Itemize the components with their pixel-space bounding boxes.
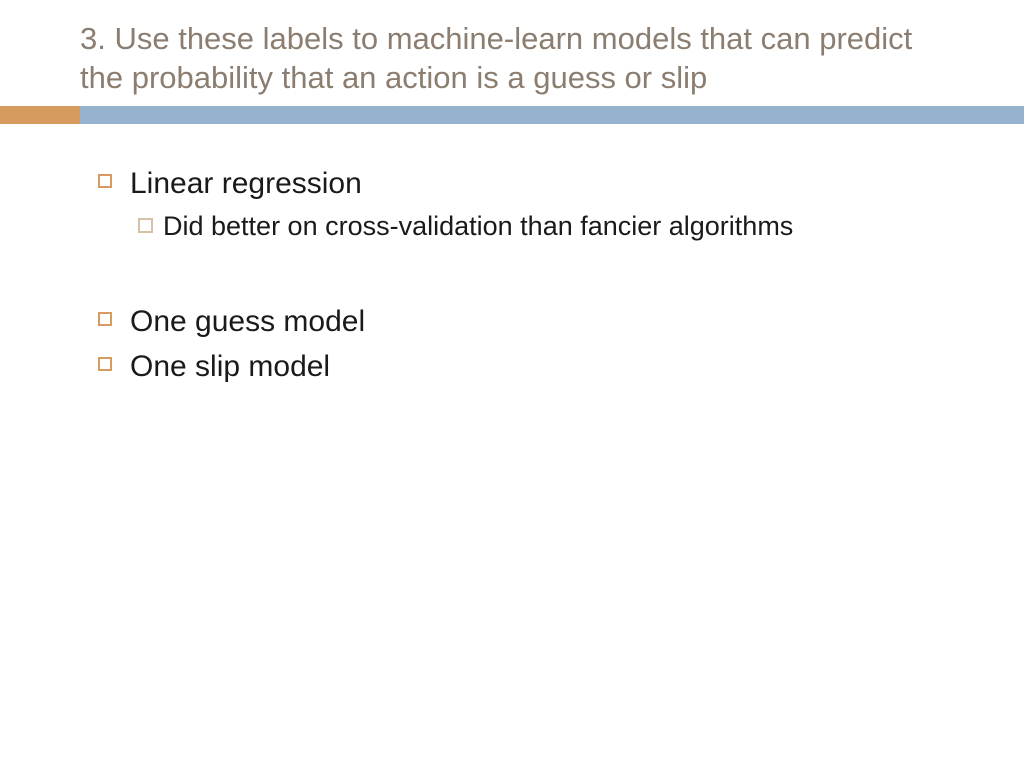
spacer [80,250,944,302]
divider-orange-segment [0,106,80,124]
bullet-text: One slip model [130,347,330,386]
square-bullet-icon [98,357,112,371]
bullet-text: One guess model [130,302,365,341]
square-bullet-icon [98,312,112,326]
bullet-text: Linear regression [130,164,362,203]
bullet-item: Linear regression [98,164,944,203]
bullet-item: One guess model [98,302,944,341]
square-bullet-icon [98,174,112,188]
square-bullet-icon [138,218,153,233]
sub-bullet-text: Did better on cross-validation than fanc… [163,209,793,244]
bullet-item: One slip model [98,347,944,386]
slide-content: Linear regression Did better on cross-va… [0,124,1024,386]
slide-title: 3. Use these labels to machine-learn mod… [80,20,944,98]
divider-bar [0,106,1024,124]
slide-title-area: 3. Use these labels to machine-learn mod… [0,0,1024,106]
divider-blue-segment [80,106,1024,124]
sub-bullet-item: Did better on cross-validation than fanc… [138,209,944,244]
